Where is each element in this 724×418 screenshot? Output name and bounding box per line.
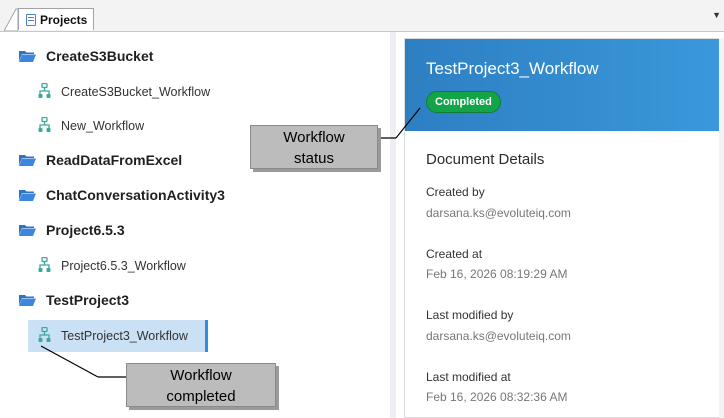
workflow-title: TestProject3_Workflow — [426, 59, 599, 78]
tree-folder-testproject3[interactable]: TestProject3 — [19, 292, 129, 308]
callout-workflow-status: Workflow status — [250, 125, 378, 169]
created-by-value: darsana.ks@evoluteiq.com — [426, 206, 571, 220]
tree-item-label: Project6.5.3 — [46, 222, 125, 238]
tree-folder-creates3bucket[interactable]: CreateS3Bucket — [19, 48, 153, 64]
folder-open-icon — [19, 295, 36, 306]
tree-workflow-project6-5-3-workflow[interactable]: Project6.5.3_Workflow — [38, 257, 186, 274]
project-tree-panel: CreateS3Bucket CreateS3Bucket_Workflow N… — [4, 32, 390, 418]
callout-line: status — [293, 150, 335, 167]
panel-divider[interactable] — [390, 32, 396, 418]
tree-workflow-new-workflow[interactable]: New_Workflow — [38, 117, 144, 134]
tree-folder-project6-5-3[interactable]: Project6.5.3 — [19, 222, 125, 238]
document-icon — [26, 13, 36, 26]
created-by-label: Created by — [426, 185, 485, 199]
tree-folder-chatconversationactivity3[interactable]: ChatConversationActivity3 — [19, 187, 225, 203]
folder-open-icon — [19, 190, 36, 201]
detail-header: TestProject3_Workflow Completed — [405, 39, 719, 131]
callout-line: completed — [166, 388, 236, 405]
last-modified-by-label: Last modified by — [426, 308, 514, 322]
chevron-down-icon[interactable]: ▼ — [712, 10, 721, 20]
callout-line: Workflow — [283, 129, 345, 146]
tree-item-label: TestProject3_Workflow — [61, 328, 188, 343]
status-badge: Completed — [426, 91, 501, 113]
workflow-icon — [38, 257, 51, 272]
section-title: Document Details — [426, 151, 545, 168]
tree-item-label: ReadDataFromExcel — [46, 152, 183, 168]
workflow-icon — [38, 117, 51, 132]
last-modified-at-label: Last modified at — [426, 370, 511, 384]
folder-open-icon — [19, 225, 36, 236]
right-edge — [719, 38, 724, 418]
tree-item-label: New_Workflow — [61, 118, 145, 133]
created-at-value: Feb 16, 2026 08:19:29 AM — [426, 267, 568, 281]
tab-edge — [4, 8, 18, 31]
tree-workflow-testproject3-workflow[interactable]: TestProject3_Workflow — [38, 327, 188, 344]
tree-item-label: CreateS3Bucket — [46, 48, 154, 64]
last-modified-at-value: Feb 16, 2026 08:32:36 AM — [426, 390, 568, 404]
workflow-icon — [38, 327, 51, 342]
tree-item-label: ChatConversationActivity3 — [46, 187, 225, 203]
tab-projects[interactable]: Projects — [18, 8, 94, 30]
document-details-panel: TestProject3_Workflow Completed Document… — [404, 38, 720, 418]
tree-item-label: TestProject3 — [46, 292, 129, 308]
workflow-icon — [38, 83, 51, 98]
tree-item-label: CreateS3Bucket_Workflow — [61, 84, 211, 99]
folder-open-icon — [19, 51, 36, 62]
last-modified-by-value: darsana.ks@evoluteiq.com — [426, 329, 571, 343]
tree-folder-readdatafromexcel[interactable]: ReadDataFromExcel — [19, 152, 182, 168]
tab-bar: Projects ▼ — [0, 0, 724, 32]
callout-line: Workflow — [170, 367, 232, 384]
created-at-label: Created at — [426, 247, 483, 261]
folder-open-icon — [19, 155, 36, 166]
callout-workflow-completed: Workflow completed — [126, 363, 276, 407]
tab-label: Projects — [40, 12, 88, 27]
tree-item-label: Project6.5.3_Workflow — [61, 258, 186, 273]
tree-workflow-creates3bucket-workflow[interactable]: CreateS3Bucket_Workflow — [38, 83, 210, 100]
